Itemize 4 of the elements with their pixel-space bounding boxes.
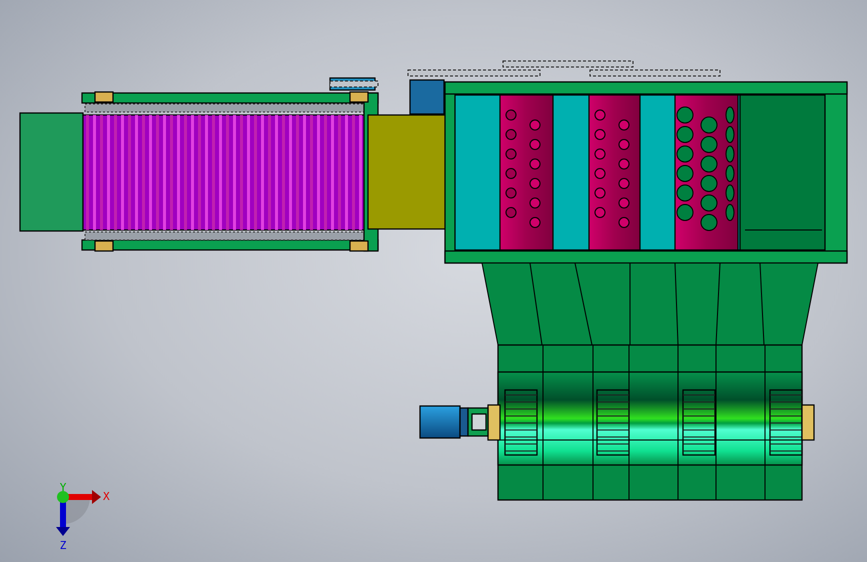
y-axis-label: Y [60, 481, 66, 494]
origin-sphere [57, 491, 69, 503]
x-axis-label: X [103, 490, 110, 504]
z-axis-label: Z [60, 539, 66, 552]
